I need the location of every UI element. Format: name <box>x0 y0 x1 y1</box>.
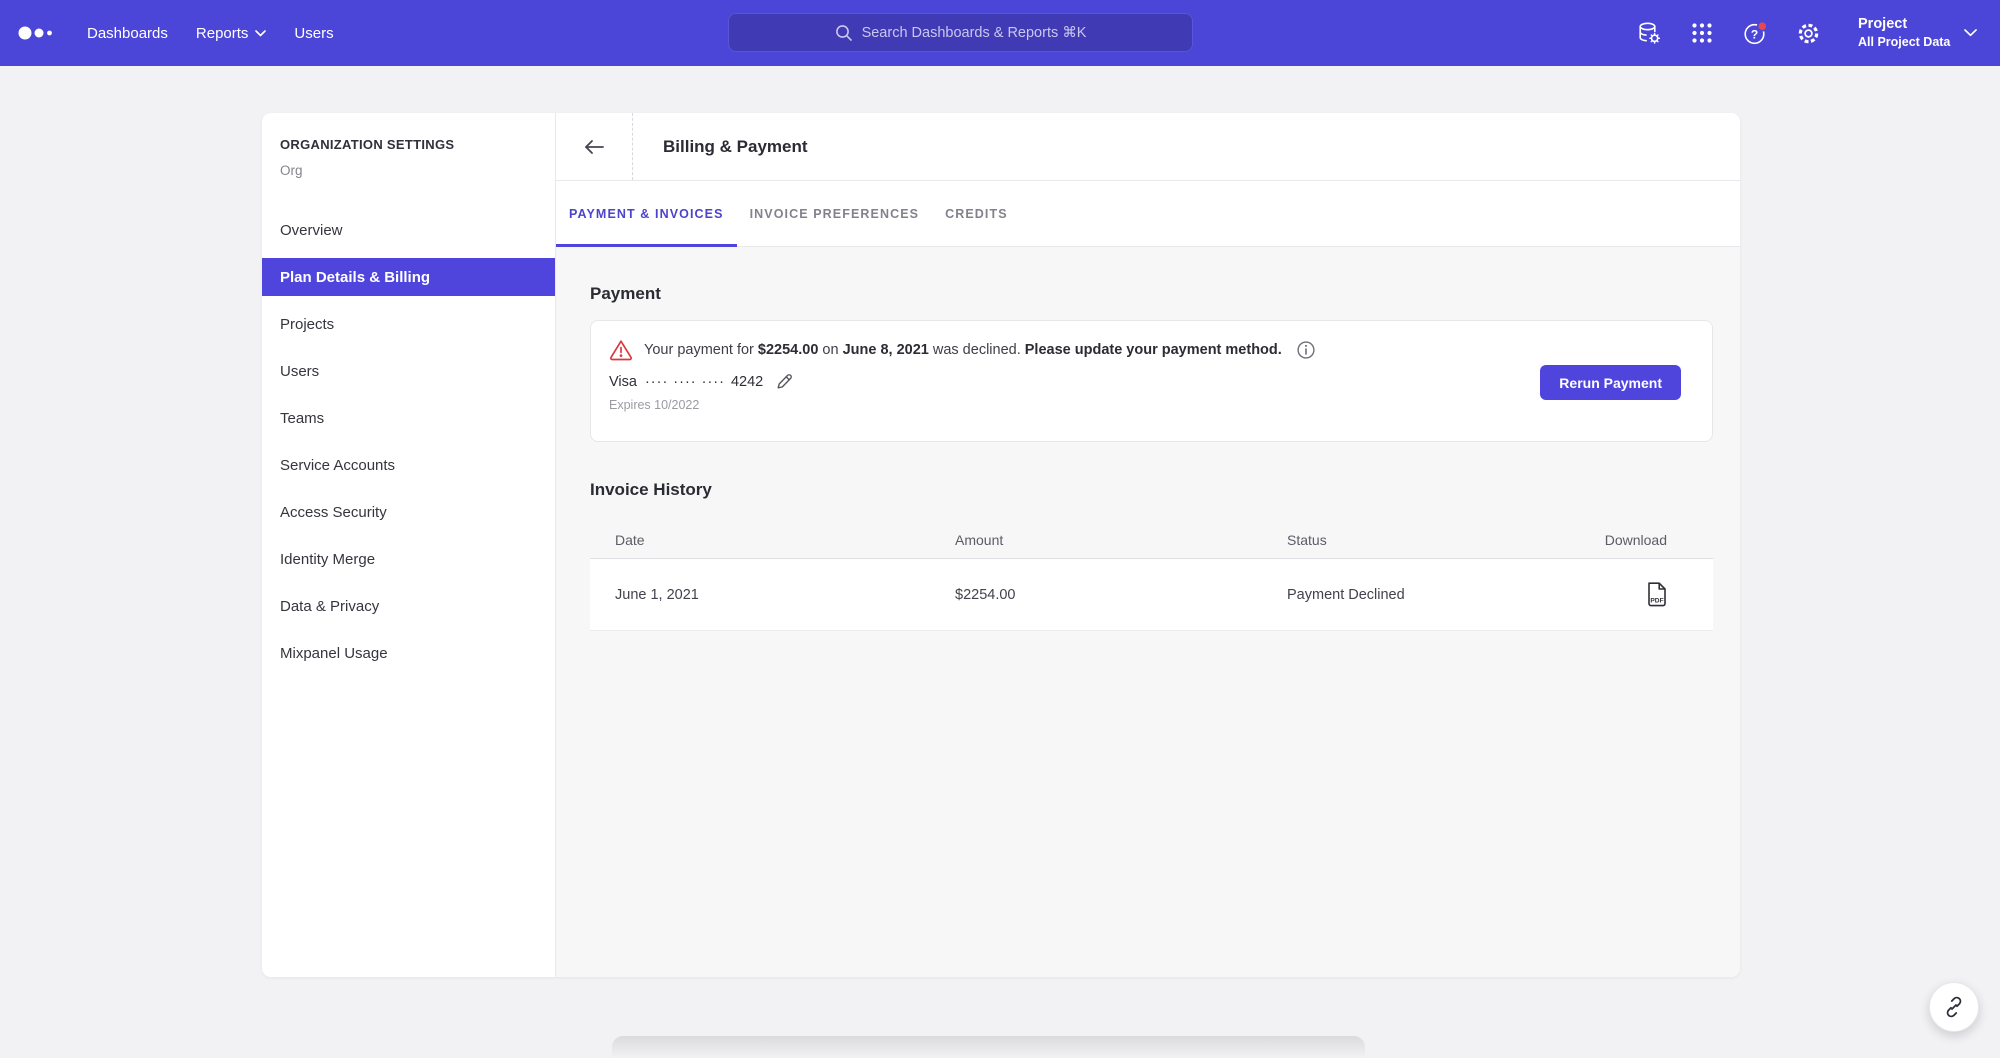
tab-credits[interactable]: CREDITS <box>932 181 1021 246</box>
back-arrow-icon <box>583 139 605 155</box>
info-circle-icon[interactable] <box>1296 340 1316 360</box>
tab-invoice-preferences[interactable]: INVOICE PREFERENCES <box>737 181 933 246</box>
chevron-down-icon <box>1964 29 1977 37</box>
card-brand: Visa <box>609 374 637 390</box>
help-icon[interactable]: ? <box>1736 14 1774 52</box>
invoice-table-header: Date Amount Status Download <box>590 521 1713 559</box>
link-icon <box>1942 995 1966 1019</box>
card-expiry: Expires 10/2022 <box>609 398 1694 412</box>
sidebar-item-users[interactable]: Users <box>262 352 555 390</box>
col-header-status: Status <box>1262 532 1543 548</box>
page-title: Billing & Payment <box>633 113 808 180</box>
alert-date: June 8, 2021 <box>843 342 929 358</box>
settings-gear-icon[interactable] <box>1789 14 1827 52</box>
card-last4: 4242 <box>731 374 763 390</box>
project-switcher-subtitle: All Project Data <box>1858 34 1950 50</box>
search-placeholder: Search Dashboards & Reports ⌘K <box>862 25 1087 41</box>
sidebar-item-service-accounts[interactable]: Service Accounts <box>262 446 555 484</box>
billing-content: Payment Your payment for $2254.00 on Jun… <box>556 247 1740 977</box>
invoice-row: June 1, 2021 $2254.00 Payment Declined P… <box>590 559 1713 631</box>
col-header-date: Date <box>590 532 930 548</box>
rerun-payment-button[interactable]: Rerun Payment <box>1540 365 1681 400</box>
search-icon <box>835 24 853 42</box>
invoice-status: Payment Declined <box>1262 587 1543 603</box>
data-management-icon[interactable] <box>1630 14 1668 52</box>
nav-reports-label: Reports <box>196 25 249 42</box>
sidebar-item-projects[interactable]: Projects <box>262 305 555 343</box>
sidebar-item-overview[interactable]: Overview <box>262 211 555 249</box>
page-header: Billing & Payment <box>556 113 1740 181</box>
sidebar-item-mixpanel-usage[interactable]: Mixpanel Usage <box>262 634 555 672</box>
pdf-file-icon[interactable]: PDF <box>1644 581 1669 608</box>
billing-main-column: Billing & Payment PAYMENT & INVOICES INV… <box>556 113 1740 977</box>
sidebar-item-teams[interactable]: Teams <box>262 399 555 437</box>
invoice-amount: $2254.00 <box>930 587 1262 603</box>
nav-users-label: Users <box>294 25 333 42</box>
project-switcher[interactable]: Project All Project Data <box>1858 15 1977 50</box>
card-masked-digits: ···· ···· ···· <box>645 374 725 390</box>
payment-card: Your payment for $2254.00 on June 8, 202… <box>590 320 1713 442</box>
alert-text: Your payment for $2254.00 on June 8, 202… <box>644 342 1282 358</box>
nav-users[interactable]: Users <box>280 0 347 66</box>
mixpanel-logo[interactable] <box>18 23 60 43</box>
sidebar-item-data-privacy[interactable]: Data & Privacy <box>262 587 555 625</box>
payment-section-heading: Payment <box>590 284 1713 304</box>
alert-emphasis: Please update your payment method. <box>1025 342 1282 358</box>
org-settings-sidebar: ORGANIZATION SETTINGS Org Overview Plan … <box>262 113 556 977</box>
org-name: Org <box>262 163 555 178</box>
settings-panel: ORGANIZATION SETTINGS Org Overview Plan … <box>262 113 1740 977</box>
warning-triangle-icon <box>609 339 633 361</box>
card-on-file: Visa ···· ···· ···· 4242 <box>609 372 1694 391</box>
alert-amount: $2254.00 <box>758 342 818 358</box>
invoice-history-heading: Invoice History <box>590 480 1713 500</box>
nav-dashboards-label: Dashboards <box>87 25 168 42</box>
project-switcher-title: Project <box>1858 15 1950 34</box>
invoice-date: June 1, 2021 <box>590 587 930 603</box>
nav-dashboards[interactable]: Dashboards <box>73 0 182 66</box>
sidebar-section-title: ORGANIZATION SETTINGS <box>262 137 555 152</box>
sidebar-item-identity-merge[interactable]: Identity Merge <box>262 540 555 578</box>
chevron-down-icon <box>255 30 266 37</box>
bottom-sheet-shadow <box>612 1036 1365 1058</box>
col-header-amount: Amount <box>930 532 1262 548</box>
col-header-download: Download <box>1543 532 1713 548</box>
pencil-edit-icon[interactable] <box>775 372 794 391</box>
primary-nav: Dashboards Reports Users <box>73 0 348 66</box>
payment-declined-alert: Your payment for $2254.00 on June 8, 202… <box>609 339 1694 361</box>
back-button[interactable] <box>556 113 633 180</box>
billing-tab-bar: PAYMENT & INVOICES INVOICE PREFERENCES C… <box>556 181 1740 247</box>
invoice-history-table: Date Amount Status Download June 1, 2021… <box>590 521 1713 631</box>
navbar-right-cluster: ? Project All Project Data <box>1630 0 1977 66</box>
svg-text:?: ? <box>1750 27 1757 41</box>
search-input[interactable]: Search Dashboards & Reports ⌘K <box>728 13 1193 52</box>
nav-reports[interactable]: Reports <box>182 0 281 66</box>
sidebar-item-access-security[interactable]: Access Security <box>262 493 555 531</box>
sidebar-nav: Overview Plan Details & Billing Projects… <box>262 211 555 672</box>
apps-grid-icon[interactable] <box>1683 14 1721 52</box>
svg-text:PDF: PDF <box>1650 598 1663 605</box>
sidebar-item-plan-details-billing[interactable]: Plan Details & Billing <box>262 258 555 296</box>
tab-payment-invoices[interactable]: PAYMENT & INVOICES <box>556 181 737 246</box>
top-navbar: Dashboards Reports Users Search Dashboar… <box>0 0 2000 66</box>
copy-link-button[interactable] <box>1929 982 1979 1032</box>
